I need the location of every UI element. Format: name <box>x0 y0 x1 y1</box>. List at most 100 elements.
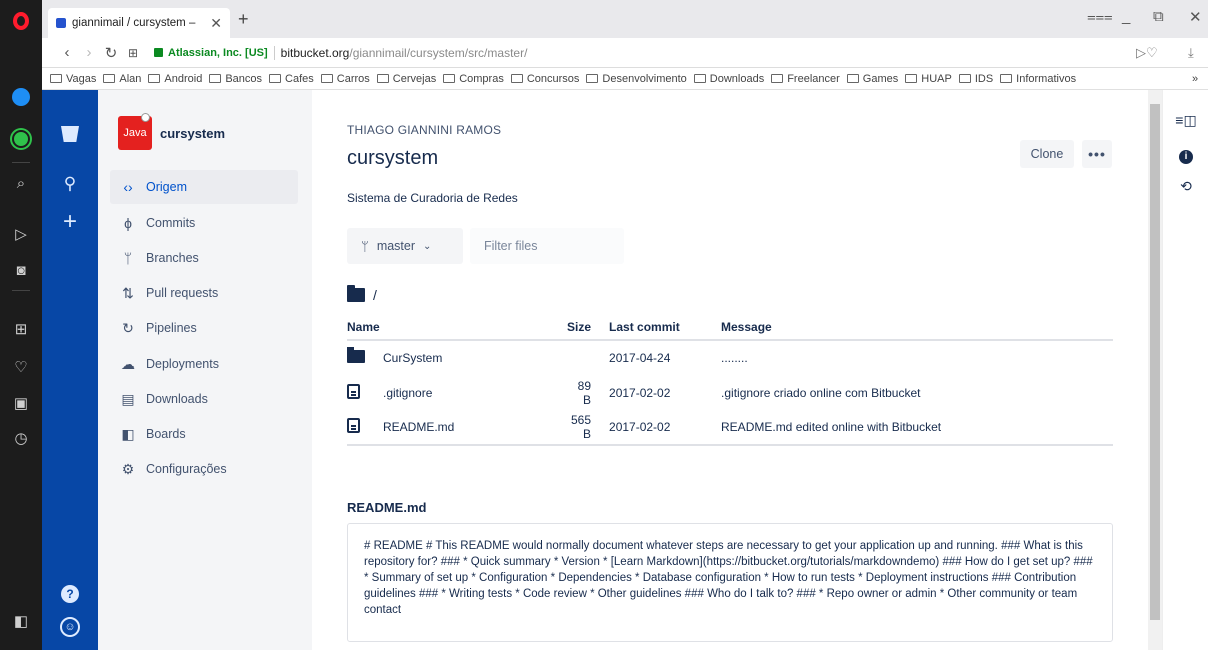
bookmark-item[interactable]: Concursos <box>510 72 580 85</box>
bookmark-item[interactable]: Cafes <box>269 73 314 85</box>
download-icon[interactable]: ⤓ <box>1188 45 1194 61</box>
close-window-icon[interactable]: ✕ <box>1189 8 1202 26</box>
repo-header[interactable]: Java cursystem <box>118 113 225 150</box>
sidebar-item-deployments[interactable]: ☁ Deployments <box>110 347 298 381</box>
reload-icon[interactable]: ↻ <box>100 44 122 62</box>
news-icon[interactable]: ▣ <box>0 386 42 420</box>
table-row[interactable]: .gitignore 89 B 2017-02-02 .gitignore criad… <box>347 375 1113 411</box>
folder-icon <box>510 74 523 83</box>
url-field[interactable]: Atlassian, Inc. [US] bitbucket.org/giann… <box>154 45 528 60</box>
bookmark-item[interactable]: Downloads <box>693 73 764 85</box>
avatar-icon[interactable]: ☺ <box>42 614 98 637</box>
sidebar-item-origem[interactable]: ‹› Origem <box>110 170 298 204</box>
file-name[interactable]: CurSystem <box>383 351 442 365</box>
bookmark-label: Informativos <box>1016 72 1077 85</box>
table-row[interactable]: CurSystem 2017-04-24........ <box>347 340 1113 376</box>
folder-icon <box>958 74 971 83</box>
commit-message[interactable]: README.md edited online with Bitbucket <box>721 410 1113 446</box>
sidebar-item-pull-requests[interactable]: ⇅ Pull requests <box>110 276 298 310</box>
bookmark-item[interactable]: HUAP <box>905 73 952 85</box>
whatsapp-icon[interactable] <box>0 122 42 156</box>
column-header-message[interactable]: Message <box>721 314 1113 341</box>
search-icon[interactable]: ⚲ <box>42 174 98 194</box>
speed-dial-icon[interactable]: ⊞ <box>0 312 42 346</box>
sync-icon[interactable]: ⟲ <box>1163 178 1208 195</box>
help-icon[interactable]: ? <box>42 582 98 603</box>
nav-icon: ‹› <box>123 179 133 195</box>
nav-icon: ◧ <box>121 425 135 442</box>
sidebar-toggle-icon[interactable]: ◧ <box>0 604 42 638</box>
file-name[interactable]: README.md <box>383 420 454 434</box>
tab-close-icon[interactable]: ✕ <box>210 15 222 32</box>
opera-sidebar: ⌕ ▷ ◙ ⊞ ♡ ▣ ◷ ◧ <box>0 0 42 650</box>
sidebar-item-configura-es[interactable]: ⚙ Configurações <box>110 452 298 486</box>
new-tab-button[interactable]: + <box>238 9 249 30</box>
clone-button[interactable]: Clone <box>1020 140 1074 168</box>
sidebar-item-pipelines[interactable]: ↻ Pipelines <box>110 311 298 345</box>
bookmark-item[interactable]: Bancos <box>209 73 262 85</box>
messenger-icon[interactable] <box>0 80 42 114</box>
sidebar-item-label: Origem <box>146 180 187 194</box>
sidebar-item-branches[interactable]: ᛘ Branches <box>110 241 298 275</box>
bookmark-item[interactable]: Alan <box>103 73 141 85</box>
url-path: /giannimail/cursystem/src/master/ <box>349 45 528 60</box>
restore-icon[interactable]: ⧉ <box>1153 8 1164 25</box>
last-commit-date: 2017-02-02 <box>609 375 722 411</box>
search-icon[interactable]: ⌕ <box>0 166 42 200</box>
flow-icon[interactable]: ▷ <box>0 217 42 251</box>
bookmark-item[interactable]: Desenvolvimento <box>586 73 687 85</box>
nav-icon: ϕ <box>124 215 132 231</box>
minimize-icon[interactable]: _ <box>1122 8 1130 25</box>
back-icon[interactable]: ‹ <box>56 44 78 61</box>
send-icon[interactable]: ▷♡ <box>1136 45 1158 61</box>
bookmark-item[interactable]: Freelancer <box>771 73 840 85</box>
file-name[interactable]: .gitignore <box>383 386 432 400</box>
column-header-name[interactable]: Name <box>347 314 567 341</box>
column-header-size[interactable]: Size <box>567 314 610 341</box>
nav-icon: ⇅ <box>122 284 134 301</box>
bookmark-item[interactable]: Informativos <box>1000 73 1076 85</box>
bookmark-item[interactable]: IDS <box>958 73 993 85</box>
bookmark-item[interactable]: Vagas <box>50 73 96 85</box>
info-icon[interactable]: i <box>1163 146 1208 164</box>
column-header-last-commit[interactable]: Last commit <box>609 314 722 341</box>
bookmark-label: Alan <box>119 72 142 85</box>
page-scrollbar[interactable] <box>1148 90 1162 650</box>
repo-owner[interactable]: THIAGO GIANNINI RAMOS <box>347 123 501 137</box>
sidebar-item-boards[interactable]: ◧ Boards <box>110 417 298 451</box>
bitbucket-logo-icon[interactable] <box>42 126 98 142</box>
file-size: 565 B <box>567 410 610 446</box>
forward-icon[interactable]: › <box>78 44 100 61</box>
bookmark-item[interactable]: Compras <box>443 73 504 85</box>
speed-dial-icon[interactable]: ⊞ <box>122 46 144 60</box>
bookmark-item[interactable]: Carros <box>320 73 370 85</box>
branch-name: master <box>376 239 416 253</box>
heart-icon[interactable]: ♡ <box>0 350 42 384</box>
history-icon[interactable]: ◷ <box>0 421 42 455</box>
more-actions-button[interactable]: ••• <box>1082 140 1112 168</box>
sidebar-item-commits[interactable]: ϕ Commits <box>110 206 298 240</box>
snapshot-icon[interactable]: ◙ <box>0 253 42 287</box>
toggle-panel-icon[interactable]: ≡◫ <box>1163 112 1208 129</box>
create-icon[interactable]: + <box>42 208 98 236</box>
table-row[interactable]: README.md 565 B 2017-02-02 README.md edited… <box>347 410 1113 446</box>
opera-logo-icon[interactable] <box>0 4 42 38</box>
file-table: Name Size Last commit Message CurSystem 2… <box>347 314 1113 446</box>
tab-menu-icon[interactable]: ⩶ <box>1087 8 1113 25</box>
browser-tab[interactable]: giannimail / cursystem – ✕ <box>48 8 230 38</box>
folder-icon <box>269 74 282 83</box>
bookmark-item[interactable]: Android <box>148 73 202 85</box>
branch-selector[interactable]: ᛘ master ⌄ <box>347 228 463 264</box>
filter-files-input[interactable]: Filter files <box>470 228 624 264</box>
folder-icon <box>347 346 367 366</box>
bookmarks-overflow-icon[interactable]: » <box>1192 73 1198 85</box>
path-label: / <box>373 287 377 303</box>
bookmark-label: Cervejas <box>392 72 437 85</box>
sidebar-item-downloads[interactable]: ▤ Downloads <box>110 382 298 416</box>
commit-message[interactable]: ........ <box>721 340 1113 376</box>
bookmark-label: Concursos <box>526 72 580 85</box>
bookmark-item[interactable]: Games <box>846 73 898 85</box>
sidebar-item-label: Configurações <box>146 462 227 476</box>
bookmark-item[interactable]: Cervejas <box>376 72 437 85</box>
commit-message[interactable]: .gitignore criado online com Bitbucket <box>721 375 1113 411</box>
